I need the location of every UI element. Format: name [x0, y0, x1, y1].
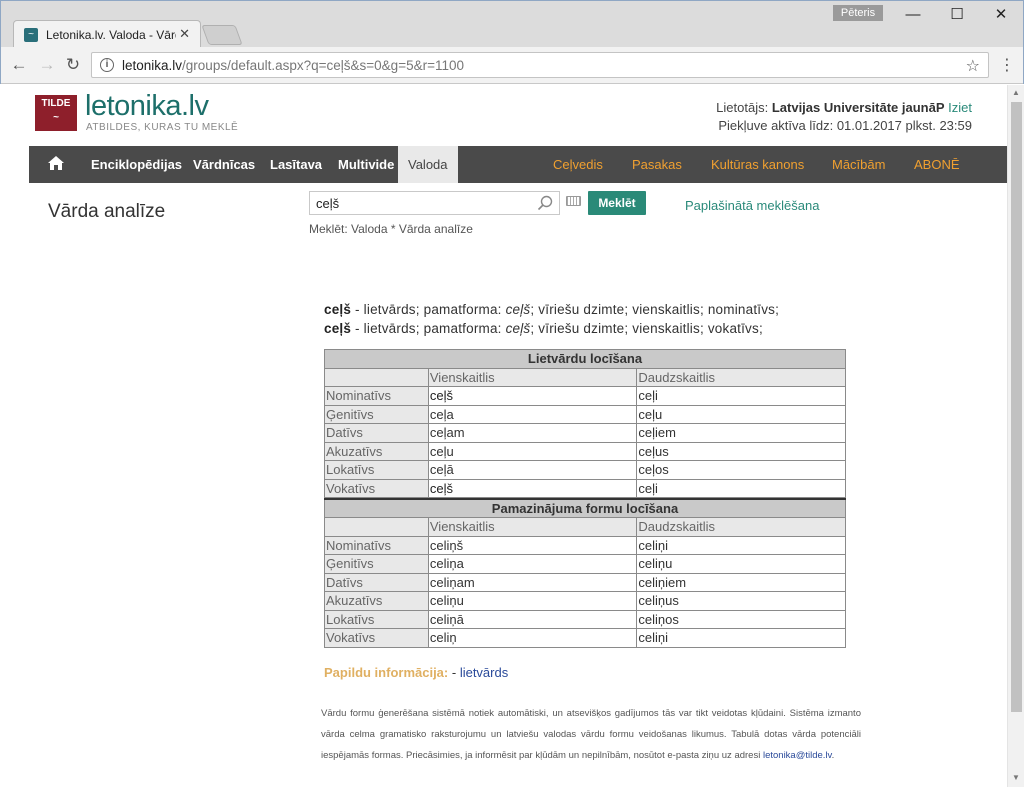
table-row: Vokatīvs ceļš ceļi [324, 478, 846, 498]
nav-item-lasitava[interactable]: Lasītava [270, 146, 322, 183]
minimize-icon[interactable]: — [903, 7, 923, 23]
additional-info-label: Papildu informācija: [324, 665, 449, 680]
table-row: Akuzatīvs ceļu ceļus [324, 441, 846, 461]
back-icon[interactable]: ← [9, 55, 29, 75]
table-caption: Pamazinājuma formu locīšana [324, 498, 846, 518]
table-row: Lokatīvs ceļā ceļos [324, 460, 846, 480]
browser-menu-icon[interactable]: ⋮ [999, 55, 1015, 75]
column-header: Daudzskaitlis [636, 517, 846, 537]
table-row: Datīvs celiņam celiņiem [324, 572, 846, 592]
noun-declension-table: Lietvārdu locīšana Vienskaitlis Daudzska… [324, 349, 846, 498]
vertical-scrollbar[interactable]: ▲ ▼ [1007, 85, 1024, 787]
nav-item-celvedis[interactable]: Ceļvedis [553, 146, 603, 183]
nav-item-enciklopedijas[interactable]: Enciklopēdijas [91, 146, 182, 183]
favicon-icon: ~ [24, 28, 38, 42]
table-row: Nominatīvs ceļš ceļi [324, 386, 846, 406]
site-tagline: ATBILDES, KURAS TU MEKLĒ [86, 122, 239, 133]
search-input[interactable]: ceļš [309, 191, 560, 215]
search-value: ceļš [316, 196, 340, 211]
site-info-icon[interactable]: i [100, 58, 114, 72]
column-header: Daudzskaitlis [636, 367, 846, 387]
page-title: Vārda analīze [48, 201, 166, 222]
additional-info: Papildu informācija: - lietvārds [324, 665, 509, 680]
word-analysis: ceļš - lietvārds; pamatforma: ceļš; vīri… [324, 300, 779, 338]
table-row: Nominatīvs celiņš celiņi [324, 535, 846, 555]
breadcrumb: Meklēt: Valoda * Vārda analīze [309, 222, 473, 236]
table-caption: Lietvārdu locīšana [324, 349, 846, 369]
part-of-speech-link[interactable]: lietvārds [460, 665, 508, 680]
table-row: Vokatīvs celiņ celiņi [324, 628, 846, 648]
main-navigation: Enciklopēdijas Vārdnīcas Lasītava Multiv… [29, 146, 1007, 183]
access-until: Piekļuve aktīva līdz: 01.01.2017 plkst. … [718, 118, 972, 133]
table-row: Ģenitīvs celiņa celiņu [324, 554, 846, 574]
browser-tab[interactable]: ~ Letonika.lv. Valoda - Vārd ✕ [13, 20, 201, 48]
column-header: Vienskaitlis [427, 517, 638, 537]
search-icon[interactable] [537, 195, 553, 211]
page: TILDE ~ letonika.lv ATBILDES, KURAS TU ME… [0, 85, 1007, 787]
maximize-icon[interactable]: ☐ [947, 7, 967, 23]
table-row: Datīvs ceļam ceļiem [324, 423, 846, 443]
bookmark-star-icon[interactable]: ☆ [966, 56, 980, 76]
nav-item-vardnicas[interactable]: Vārdnīcas [193, 146, 255, 183]
address-bar[interactable]: i letonika.lv/groups/default.aspx?q=ceļš… [91, 52, 989, 78]
scroll-up-icon[interactable]: ▲ [1012, 88, 1020, 97]
scroll-thumb[interactable] [1011, 102, 1022, 712]
forward-icon[interactable]: → [37, 55, 57, 75]
user-name: Latvijas Universitāte jaunāP [771, 100, 945, 115]
table-row: Akuzatīvs celiņu celiņus [324, 591, 846, 611]
column-header: Vienskaitlis [427, 367, 638, 387]
nav-item-pasakas[interactable]: Pasakas [632, 146, 682, 183]
table-row: Lokatīvs celiņā celiņos [324, 609, 846, 629]
table-row: Ģenitīvs ceļa ceļu [324, 404, 846, 424]
analysis-line: ceļš - lietvārds; pamatforma: ceļš; vīri… [324, 302, 780, 317]
table-header-row: Vienskaitlis Daudzskaitlis [324, 517, 846, 537]
tab-close-icon[interactable]: ✕ [179, 26, 190, 42]
nav-item-macibam[interactable]: Mācībām [832, 146, 885, 183]
search-button[interactable]: Meklēt [588, 191, 646, 215]
diminutive-declension-table: Pamazinājuma formu locīšana Vienskaitlis… [324, 498, 846, 648]
nav-item-kulturas-kanons[interactable]: Kultūras kanons [711, 146, 804, 183]
reload-icon[interactable]: ↻ [63, 55, 83, 75]
browser-window: ~ Letonika.lv. Valoda - Vārd ✕ Pēteris —… [0, 0, 1024, 84]
disclaimer-note: Vārdu formu ģenerēšana sistēmā notiek au… [321, 708, 861, 761]
tab-title: Letonika.lv. Valoda - Vārd [46, 28, 176, 42]
browser-toolbar: ← → ↻ i letonika.lv/groups/default.aspx?… [1, 47, 1023, 84]
nav-item-abone[interactable]: ABONĒ [914, 146, 960, 183]
new-tab-button[interactable] [201, 25, 243, 45]
tilde-logo[interactable]: TILDE ~ [35, 95, 77, 131]
keyboard-icon[interactable] [566, 196, 581, 206]
close-window-icon[interactable]: ✕ [991, 7, 1011, 23]
site-logo-name[interactable]: letonika.lv [85, 90, 209, 123]
profile-badge[interactable]: Pēteris [833, 5, 883, 21]
nav-item-valoda[interactable]: Valoda [398, 146, 458, 183]
logout-link[interactable]: Iziet [948, 100, 972, 115]
nav-item-multivide[interactable]: Multivide [338, 146, 394, 183]
advanced-search-link[interactable]: Paplašinātā meklēšana [685, 198, 819, 213]
home-icon[interactable] [47, 155, 65, 171]
url-text: letonika.lv/groups/default.aspx?q=ceļš&s… [122, 58, 464, 73]
user-info: Lietotājs: Latvijas Universitāte jaunāP … [716, 100, 972, 133]
scroll-down-icon[interactable]: ▼ [1012, 773, 1020, 782]
title-bar: ~ Letonika.lv. Valoda - Vārd ✕ Pēteris —… [1, 1, 1023, 48]
analysis-line: ceļš - lietvārds; pamatforma: ceļš; vīri… [324, 321, 763, 336]
table-header-row: Vienskaitlis Daudzskaitlis [324, 367, 846, 387]
contact-email-link[interactable]: letonika@tilde.lv [763, 750, 832, 761]
